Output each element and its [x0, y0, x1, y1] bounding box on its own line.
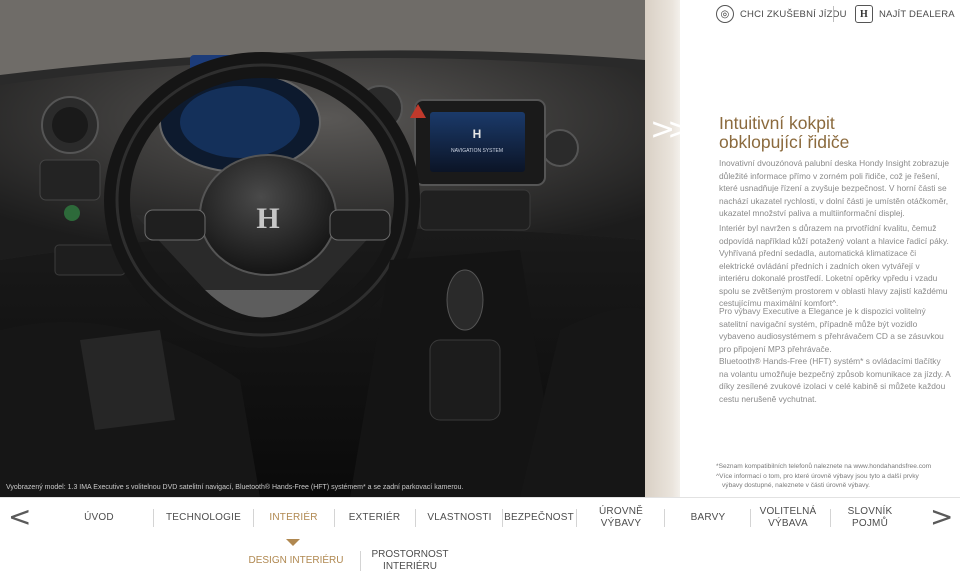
nav-item-technologie[interactable]: TECHNOLOGIE — [160, 497, 247, 539]
subnav-separator — [360, 551, 361, 571]
nav-item-bezpecnost[interactable]: BEZPEČNOST — [504, 497, 574, 539]
nav-item-uvod[interactable]: ÚVOD — [75, 497, 123, 539]
nav-item-barvy[interactable]: BARVY — [679, 497, 737, 539]
nav-separator — [253, 509, 254, 527]
test-drive-button[interactable]: ◎ CHCI ZKUŠEBNÍ JÍZDU — [716, 4, 847, 24]
find-dealer-button[interactable]: H NAJÍT DEALERA — [855, 4, 955, 24]
test-drive-label: CHCI ZKUŠEBNÍ JÍZDU — [740, 8, 847, 20]
steering-wheel-icon: ◎ — [716, 5, 734, 23]
subnav-item-prostornost-interieru[interactable]: PROSTORNOST INTERIÉRU — [368, 545, 452, 577]
nav-item-urovne-vybavy[interactable]: ÚROVNĚ VÝBAVY — [592, 497, 650, 539]
article-paragraph: Interiér byl navržen s důrazem na prvotř… — [719, 223, 949, 308]
footnote-equipment-line-2: výbavy dostupné, naleznete v části úrovn… — [722, 482, 870, 489]
nav-separator — [334, 509, 335, 527]
nav-separator — [576, 509, 577, 527]
nav-separator — [664, 509, 665, 527]
prev-arrow-icon[interactable]: < — [8, 503, 31, 531]
footnote-hft: *Seznam kompatibilních telefonů naleznet… — [716, 463, 932, 470]
svg-text:H: H — [473, 127, 482, 141]
article-paragraph: Pro výbavy Executive a Elegance je k dis… — [719, 306, 944, 354]
article-title-line-2: obklopující řidiče — [719, 132, 850, 152]
nav-screen-text: NAVIGATION SYSTEM — [451, 148, 503, 154]
photo-caption: Vyobrazený model: 1.3 IMA Executive s vo… — [6, 484, 464, 491]
double-chevron-icon: >> — [650, 112, 692, 147]
nav-item-exterier[interactable]: EXTERIÉR — [341, 497, 408, 539]
nav-separator — [750, 509, 751, 527]
find-dealer-label: NAJÍT DEALERA — [879, 8, 955, 20]
header-divider — [833, 6, 834, 22]
article-title: Intuitivní kokpit obklopující řidiče — [719, 114, 951, 152]
nav-separator — [153, 509, 154, 527]
article-paragraph: Bluetooth® Hands-Free (HFT) systém* s ov… — [719, 356, 951, 404]
svg-text:H: H — [256, 202, 279, 235]
interior-photo: NAVIGATION SYSTEM H H Vyobrazený model: … — [0, 0, 645, 497]
nav-separator — [830, 509, 831, 527]
nav-separator — [502, 509, 503, 527]
nav-separator — [415, 509, 416, 527]
subnav-item-design-interieru[interactable]: DESIGN INTERIÉRU — [246, 545, 346, 577]
dashboard-illustration: NAVIGATION SYSTEM H H — [0, 0, 645, 497]
honda-logo-icon: H — [855, 5, 873, 23]
article-paragraph: Inovativní dvouzónová palubní deska Hond… — [719, 158, 949, 218]
nav-item-volitelna-vybava[interactable]: VOLITELNÁ VÝBAVA — [755, 497, 821, 539]
article-title-line-1: Intuitivní kokpit — [719, 113, 835, 133]
nav-item-slovnik-pojmu[interactable]: SLOVNÍK POJMŮ — [841, 497, 899, 539]
nav-item-vlastnosti[interactable]: VLASTNOSTI — [422, 497, 497, 539]
next-arrow-icon[interactable]: > — [930, 503, 953, 531]
nav-item-interier[interactable]: INTERIÉR — [260, 497, 327, 539]
